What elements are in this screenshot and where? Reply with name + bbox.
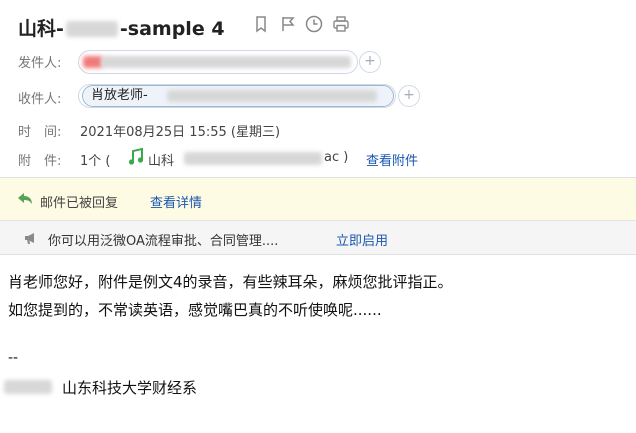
view-attachment-link[interactable]: 查看附件	[366, 150, 418, 169]
sender-label: 发件人:	[18, 56, 62, 71]
sender-redaction	[101, 56, 351, 68]
recipient-field[interactable]: 肖放老师-	[78, 84, 396, 108]
sender-field[interactable]	[78, 50, 358, 74]
subject-suffix: -sample 4	[119, 18, 225, 40]
recipient-chip-label: 肖放老师-	[91, 88, 148, 103]
promo-text: 你可以用泛微OA流程审批、合同管理....	[48, 234, 279, 249]
promo-divider	[0, 254, 636, 255]
subject-prefix: 山科-	[18, 18, 64, 40]
attachment-file-redaction	[184, 152, 322, 165]
reply-notice-text: 邮件已被回复	[40, 196, 119, 211]
message-line-2: 如您提到的，不常读英语，感觉嘴巴真的不听使唤呢......	[8, 301, 382, 319]
add-recipient-button[interactable]: +	[398, 85, 420, 107]
music-note-icon	[128, 148, 144, 165]
megaphone-icon	[25, 233, 34, 244]
attachment-file-suffix: ac )	[324, 150, 349, 165]
reply-details-link[interactable]: 查看详情	[150, 192, 202, 211]
flag-icon[interactable]	[279, 15, 297, 33]
promo-enable-link[interactable]: 立即启用	[336, 230, 388, 249]
print-icon[interactable]	[332, 15, 350, 33]
attachment-label: 附 件:	[18, 154, 62, 169]
attachment-count: 1个 (	[80, 154, 111, 169]
attachment-file-prefix[interactable]: 山科	[148, 150, 174, 169]
sender-redaction-color	[83, 56, 103, 68]
recipient-label: 收件人:	[18, 92, 62, 107]
email-subject: 山科- -sample 4	[18, 14, 225, 41]
add-sender-button[interactable]: +	[359, 51, 381, 73]
clock-icon[interactable]	[305, 15, 323, 33]
signature-department: 山东科技大学财经系	[62, 379, 198, 397]
signature-name-redaction	[4, 380, 52, 394]
recipient-chip[interactable]: 肖放老师-	[82, 85, 394, 107]
reply-arrow-icon	[18, 193, 32, 204]
subject-redaction	[65, 21, 118, 37]
signature-separator: --	[8, 350, 19, 366]
time-value: 2021年08月25日 15:55 (星期三)	[80, 125, 281, 140]
time-label: 时 间:	[18, 125, 62, 140]
star-icon[interactable]	[252, 15, 270, 33]
recipient-redaction	[167, 90, 377, 102]
message-line-1: 肖老师您好，附件是例文4的录音，有些辣耳朵，麻烦您批评指正。	[8, 273, 453, 291]
